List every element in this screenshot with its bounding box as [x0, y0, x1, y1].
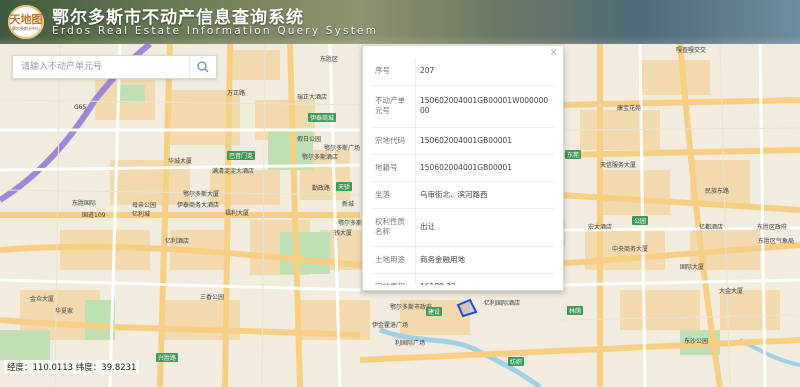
- map-label: 华夏家: [55, 308, 74, 315]
- map-label: 满清淀淀大酒店: [212, 168, 255, 175]
- app-header: 天地图 鄂尔多斯分中心 鄂尔多斯市不动产信息查询系统 Erdos Real Es…: [0, 0, 800, 44]
- attr-value: 商务金融用地: [415, 246, 555, 274]
- map-label: 三香公园: [200, 294, 225, 301]
- attr-value: 150602004001GB00001W00000000: [415, 85, 555, 128]
- map-label: 母亲公园: [132, 202, 157, 209]
- map-label: 鄂尔多斯: [338, 220, 363, 227]
- table-row: 权利性质名称 出让: [371, 208, 555, 247]
- map-label: 国道109: [82, 212, 106, 219]
- map-label: 东胜区气象局: [758, 238, 795, 245]
- map-label: 康宝花苑: [617, 105, 642, 112]
- map-label: 勤政路: [312, 185, 331, 192]
- map-road-label: 兴胜路: [156, 353, 179, 362]
- map-label: 利国际广场: [395, 340, 426, 347]
- map-label: 福利大厦: [225, 210, 250, 217]
- search-icon: [197, 61, 209, 73]
- coordinate-readout: 经度：110.0113 纬度：39.8231: [4, 360, 140, 374]
- map-road-label: 伊泰商城: [308, 113, 337, 122]
- attr-key: 权利性质名称: [371, 208, 416, 247]
- table-row: 序号 207: [371, 58, 555, 86]
- map-label: 嘎查嘎交交: [676, 47, 707, 54]
- search-input[interactable]: [13, 56, 191, 78]
- table-row: 宗地代码 150602004001GB00001: [371, 127, 555, 155]
- map-label: 瑞正大酒店: [297, 94, 328, 101]
- map-road-label: 建设: [426, 307, 443, 316]
- map-label: 民族东路: [705, 188, 730, 195]
- close-icon[interactable]: ×: [550, 48, 558, 58]
- map-label: 华城大厦: [168, 158, 193, 165]
- map-label: G65: [74, 104, 87, 111]
- map-label: 中央商务大厦: [612, 246, 649, 253]
- map-road-label: 林荫: [567, 306, 584, 315]
- map-road-label: 巴音门克: [227, 151, 256, 160]
- map-label: 鄂尔多斯广场: [324, 145, 361, 152]
- table-row: 土地用途 商务金融用地: [371, 246, 555, 274]
- attr-value: 150602004001GB00001: [415, 127, 555, 155]
- table-row: 宗地面积 16189.22: [371, 273, 555, 285]
- logo-mark: 天地图: [9, 13, 43, 26]
- latitude-label: 纬度：: [75, 363, 102, 373]
- longitude-label: 经度：: [7, 363, 33, 373]
- map-label: 伊泰商务大酒店: [177, 202, 220, 209]
- longitude-value: 110.0113: [32, 363, 74, 373]
- map-label: 东胜国际: [72, 200, 97, 207]
- table-row: 坐落 乌审街北、滨河路西: [371, 181, 555, 209]
- map-label: 东沙公园: [684, 338, 709, 345]
- search-button[interactable]: [189, 56, 216, 78]
- attr-key: 不动产单元号: [371, 85, 416, 128]
- table-row: 地籍号 150602004001GB00001: [371, 154, 555, 182]
- map-label: 国际大厦: [680, 264, 705, 271]
- map-label: 亿利城: [132, 211, 151, 218]
- attr-key: 坐落: [371, 181, 416, 209]
- attr-key: 地籍号: [371, 154, 416, 182]
- map-label: 东胜区政府: [757, 224, 788, 231]
- tianditu-logo: 天地图 鄂尔多斯分中心: [8, 5, 44, 39]
- map-road-label: 天骄: [336, 182, 353, 191]
- map-label: 假日公园: [297, 136, 322, 143]
- latitude-value: 39.8231: [101, 363, 137, 373]
- map-label: 伊金霍洛广场: [372, 322, 409, 329]
- map-road-label: 东苑: [565, 150, 582, 159]
- attr-value: 150602004001GB00001: [415, 154, 555, 182]
- parcel-attribute-table: 序号 207 不动产单元号 150602004001GB00001W000000…: [371, 58, 555, 285]
- map-label: 天信服务大厦: [600, 162, 637, 169]
- map-label: 亿利酒店: [165, 238, 190, 245]
- map-label: 东胜区: [320, 56, 339, 63]
- map-label: 亿利国际酒店: [484, 300, 521, 307]
- attr-value: 207: [415, 58, 555, 86]
- map-label: 鄂尔多斯大厦: [183, 191, 220, 198]
- map-label: 万正路: [227, 90, 246, 97]
- map-road-label: 公园: [632, 216, 649, 225]
- search-box: [12, 55, 217, 79]
- map-label: 宏大酒店: [588, 224, 613, 231]
- table-row: 不动产单元号 150602004001GB00001W00000000: [371, 85, 555, 128]
- map-label: 新城: [342, 201, 355, 208]
- attr-key: 序号: [371, 58, 416, 86]
- attr-key: 宗地代码: [371, 127, 416, 155]
- attr-key: 土地用途: [371, 246, 416, 274]
- page-subtitle: Erdos Real Estate Information Query Syst…: [52, 25, 379, 37]
- attr-key: 宗地面积: [371, 273, 416, 285]
- map-label: 鄂尔多斯酒店: [302, 154, 339, 161]
- logo-subtext: 鄂尔多斯分中心: [12, 26, 40, 31]
- map-label: 钱大厦: [334, 230, 353, 237]
- attr-value: 16189.22: [415, 273, 555, 285]
- parcel-info-popup: × 序号 207 不动产单元号 150602004001GB00001W0000…: [362, 45, 564, 291]
- map-label: 亿都酒店: [699, 224, 724, 231]
- map-road-label: 纺织: [508, 357, 525, 366]
- attr-value: 乌审街北、滨河路西: [415, 181, 555, 209]
- attr-value: 出让: [415, 208, 555, 247]
- map-label: 金众大厦: [30, 296, 55, 303]
- map-label: 大金大厦: [719, 288, 744, 295]
